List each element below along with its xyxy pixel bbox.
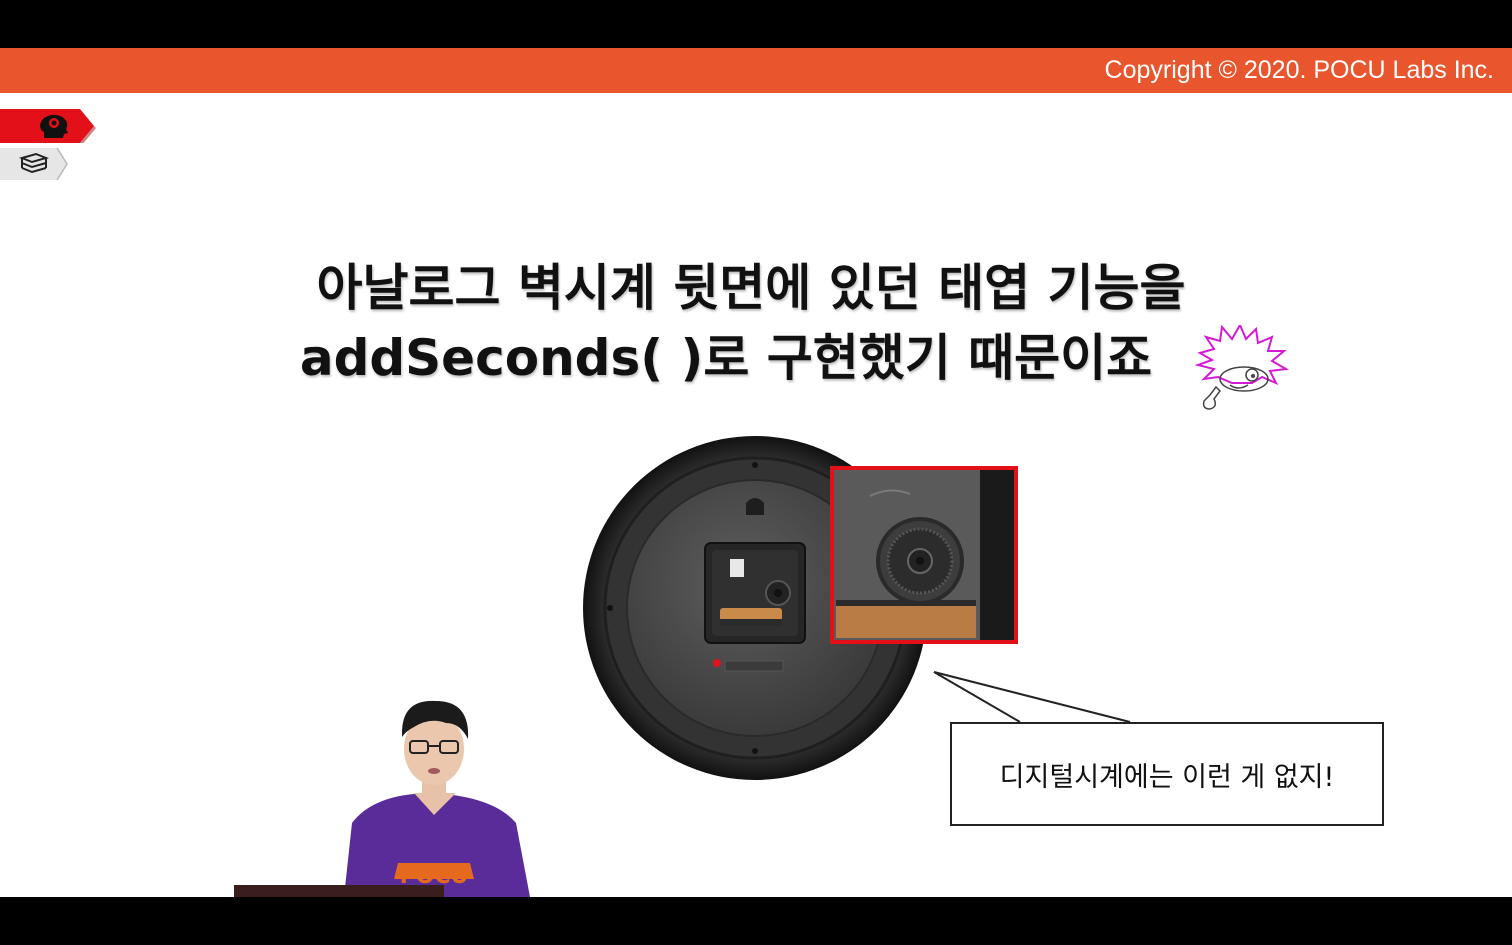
title-line-1: 아날로그 벽시계 뒷면에 있던 태엽 기능을	[316, 259, 1186, 317]
presenter-shirt-text: POCU	[400, 864, 469, 889]
nav-tab-books[interactable]	[0, 148, 68, 180]
slide-canvas: 아날로그 벽시계 뒷면에 있던 태엽 기능을 addSeconds( )로 구현…	[0, 93, 1512, 897]
mascot-icon	[1194, 325, 1290, 410]
copyright-text: Copyright © 2020. POCU Labs Inc.	[1104, 56, 1494, 84]
speech-bubble-tail	[933, 671, 1131, 723]
zoom-callout-knob	[830, 466, 1018, 644]
speech-bubble: 디지털시계에는 이런 게 없지!	[950, 722, 1384, 826]
bottom-letterbox	[0, 897, 1512, 945]
brain-head-icon	[40, 114, 68, 138]
speech-bubble-text: 디지털시계에는 이런 게 없지!	[999, 761, 1335, 793]
header-bar: Copyright © 2020. POCU Labs Inc.	[0, 48, 1512, 93]
presenter-video: POCU	[234, 693, 534, 897]
top-letterbox	[0, 0, 1512, 48]
nav-tab-brain[interactable]	[0, 109, 96, 143]
